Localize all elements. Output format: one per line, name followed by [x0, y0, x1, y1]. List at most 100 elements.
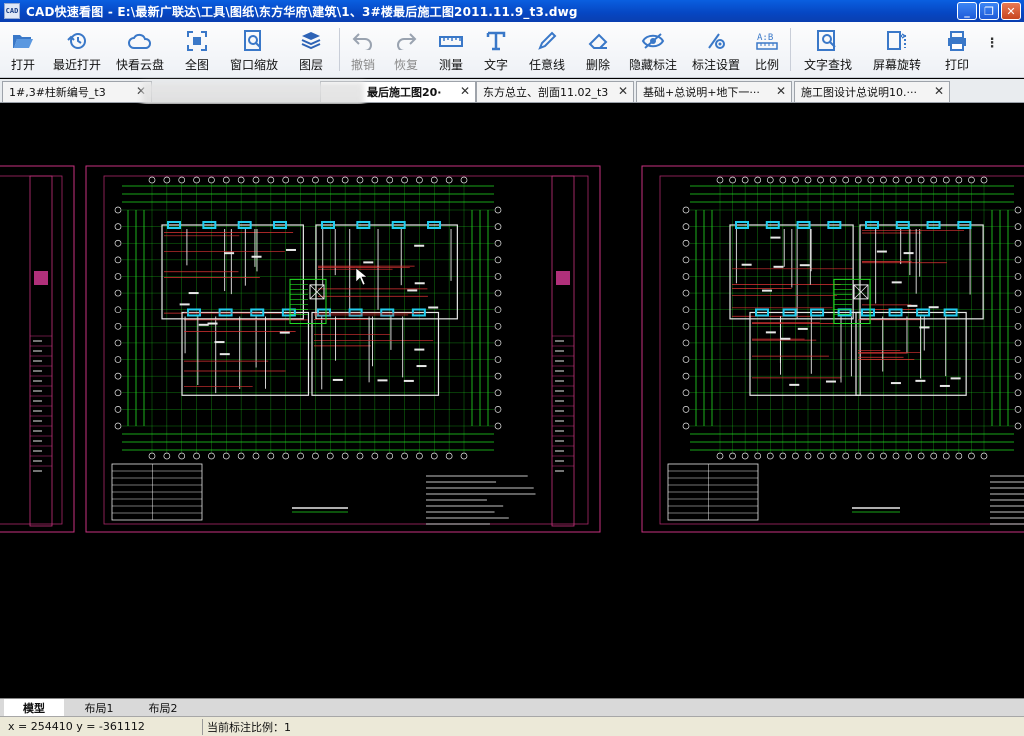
axis-bubble: [729, 452, 736, 460]
axis-bubble: [416, 176, 423, 184]
history-icon: [65, 30, 89, 52]
text-search-button[interactable]: 文字查找: [794, 22, 862, 77]
building-wall: [315, 224, 458, 320]
spacer: [0, 104, 247, 375]
close-tab-icon[interactable]: ✕: [776, 84, 786, 98]
close-tab-icon[interactable]: ✕: [618, 84, 628, 98]
room-label: [285, 248, 296, 251]
axis-bubble: [114, 206, 122, 214]
print-button[interactable]: 打印: [932, 22, 982, 77]
layout-tab-model[interactable]: 模型: [4, 699, 64, 716]
annotation-scale-readout: 当前标注比例：1: [207, 720, 291, 734]
spacer: [0, 104, 221, 276]
axis-bubble: [942, 452, 950, 460]
cad-drawing: [0, 104, 1024, 533]
axis-bubble: [942, 176, 950, 184]
open-button[interactable]: 打开: [0, 22, 46, 77]
room-label: [919, 326, 930, 329]
text-button[interactable]: 文字: [473, 22, 519, 77]
file-tab[interactable]: 东方总立、剖面11.02_t3 ✕: [476, 81, 634, 102]
delete-button[interactable]: 删除: [575, 22, 621, 77]
room-label: [797, 327, 808, 330]
hide-annotation-button[interactable]: 隐藏标注: [621, 22, 685, 77]
scale-button[interactable]: A:B 比例: [747, 22, 787, 77]
axis-bubble: [282, 176, 290, 184]
spacer: [0, 104, 813, 347]
axis-bubble: [779, 176, 787, 184]
zoom-window-button[interactable]: 窗口缩放: [222, 22, 286, 77]
room-label: [876, 250, 887, 253]
layout-tab-1[interactable]: 布局1: [68, 699, 130, 716]
undo-button[interactable]: 撤销: [343, 22, 383, 77]
close-button[interactable]: ✕: [1001, 2, 1021, 20]
room-label: [780, 337, 791, 340]
drawing-canvas[interactable]: [0, 104, 1024, 698]
window-title: CAD快速看图 - E:\最新广联达\工具\图纸\东方华府\建筑\1、3#楼最后…: [26, 4, 578, 19]
axis-bubble: [842, 176, 850, 184]
layers-button[interactable]: 图层: [286, 22, 336, 77]
axis-bubble: [114, 223, 122, 230]
restore-button[interactable]: ❐: [979, 2, 999, 20]
spacer: [0, 104, 879, 323]
axis-bubble: [494, 356, 502, 363]
rotate-screen-button[interactable]: 屏幕旋转: [862, 22, 932, 77]
recent-open-button[interactable]: 最近打开: [46, 22, 108, 77]
axis-bubble: [1014, 256, 1022, 264]
room-label: [207, 322, 218, 325]
room-label: [414, 244, 425, 247]
axis-bubble: [779, 452, 787, 460]
axis-bubble: [955, 176, 963, 184]
axis-bubble: [804, 452, 812, 460]
text-label: 文字: [483, 58, 508, 72]
axis-bubble: [682, 406, 690, 413]
axis-bubble: [682, 273, 690, 280]
axis-bubble: [682, 356, 690, 363]
axis-bubble: [114, 322, 122, 330]
file-tab[interactable]: 施工图设计总说明10.··· ✕: [794, 81, 950, 102]
rotate-screen-icon: [885, 30, 909, 52]
room-label: [428, 306, 439, 309]
axis-bubble: [980, 176, 988, 184]
room-label: [799, 264, 810, 267]
freehand-line-label: 任意线: [528, 58, 565, 72]
file-tab[interactable]: 1#,3#柱新编号_t3 ✕: [2, 81, 152, 102]
axis-bubble: [494, 422, 502, 430]
spacer: [0, 104, 369, 383]
text-search-label: 文字查找: [803, 58, 852, 72]
axis-bubble: [1014, 289, 1022, 297]
axis-bubble: [1014, 339, 1022, 347]
room-label: [414, 348, 425, 351]
toolbar-divider: [790, 28, 791, 71]
toolbar-overflow-button[interactable]: ⋮: [982, 22, 1002, 77]
annotation-settings-button[interactable]: 标注设置: [685, 22, 747, 77]
zoom-window-label: 窗口缩放: [229, 58, 278, 72]
axis-bubble: [1014, 322, 1022, 330]
freehand-line-button[interactable]: 任意线: [519, 22, 575, 77]
close-tab-icon[interactable]: ✕: [460, 84, 470, 98]
main-toolbar: 打开 最近打开 快看云盘 全图 窗口缩放 图层 撤销 恢复 测量 文字 任意线 …: [0, 22, 1024, 78]
cloud-disk-button[interactable]: 快看云盘: [108, 22, 172, 77]
layout-tab-2[interactable]: 布局2: [132, 699, 194, 716]
axis-bubble: [178, 176, 186, 184]
minimize-button[interactable]: _: [957, 2, 977, 20]
toolbar-divider: [339, 28, 340, 71]
fit-all-button[interactable]: 全图: [172, 22, 222, 77]
annotation-settings-label: 标注设置: [691, 58, 740, 72]
axis-bubble: [905, 452, 912, 460]
file-tab[interactable]: 基础+总说明+地下一··· ✕: [636, 81, 792, 102]
axis-bubble: [1014, 372, 1022, 380]
axis-bubble: [817, 452, 824, 460]
cad-viewer-window: CAD CAD快速看图 - E:\最新广联达\工具\图纸\东方华府\建筑\1、3…: [0, 0, 1024, 736]
title-bar[interactable]: CAD CAD快速看图 - E:\最新广联达\工具\图纸\东方华府\建筑\1、3…: [0, 0, 1024, 22]
delete-label: 删除: [585, 58, 610, 72]
file-tab-label: 1#,3#柱新编号_t3: [9, 86, 106, 99]
measure-button[interactable]: 测量: [429, 22, 473, 77]
room-label: [416, 365, 427, 368]
axis-bubble: [682, 389, 690, 397]
redo-button[interactable]: 恢复: [383, 22, 429, 77]
axis-bubble: [114, 256, 122, 264]
text-search-icon: [816, 30, 840, 52]
company-logo-mark: [556, 271, 570, 285]
close-tab-icon[interactable]: ✕: [934, 84, 944, 98]
axis-bubble: [682, 339, 690, 347]
